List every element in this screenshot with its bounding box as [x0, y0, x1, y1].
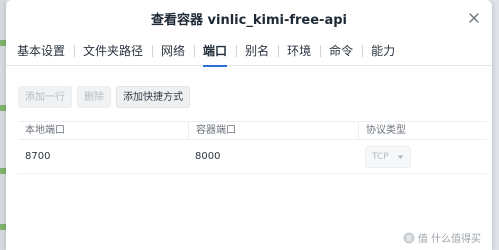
tab-divider [194, 44, 196, 57]
close-icon [469, 13, 479, 23]
tab-label: 别名 [245, 43, 270, 58]
container-port-cell: 8000 [195, 151, 221, 162]
tab-folder-paths[interactable]: 文件夹路径 [83, 36, 152, 66]
tab-label: 基本设置 [17, 43, 66, 58]
tab-bar: 基本设置 文件夹路径 网络 端口 别名 环境 命令 能力 [6, 36, 492, 67]
watermark: 值 什么值得买 [403, 230, 481, 245]
tab-ports[interactable]: 端口 [203, 36, 236, 67]
column-header-container-port: 容器端口 [188, 122, 358, 139]
port-toolbar: 添加一行 删除 添加快捷方式 [18, 86, 190, 108]
table-row[interactable]: 8700 8000 TCP [18, 140, 487, 174]
tab-environment[interactable]: 环境 [287, 36, 320, 66]
container-dialog: 查看容器 vinlic_kimi-free-api 基本设置 文件夹路径 网络 … [6, 0, 492, 250]
close-button[interactable] [466, 10, 482, 26]
tab-basic-settings[interactable]: 基本设置 [17, 36, 74, 66]
dialog-title-bar: 查看容器 vinlic_kimi-free-api [6, 0, 492, 36]
tab-aliases[interactable]: 别名 [245, 36, 278, 66]
column-header-local-port: 本地端口 [25, 125, 65, 136]
tab-command[interactable]: 命令 [329, 36, 362, 66]
tab-divider [278, 44, 280, 57]
tab-divider [74, 44, 76, 57]
tab-divider [320, 44, 322, 57]
tab-label: 命令 [329, 43, 354, 58]
chevron-down-icon [397, 155, 404, 159]
tab-network[interactable]: 网络 [161, 36, 194, 66]
local-port-cell: 8700 [25, 151, 51, 162]
table-header: 本地端口 容器端口 协议类型 [18, 121, 487, 140]
protocol-cell: TCP [358, 145, 487, 168]
column-header-protocol: 协议类型 [358, 122, 487, 139]
tab-divider [152, 44, 154, 57]
tab-label: 网络 [161, 43, 186, 58]
tab-label: 能力 [371, 43, 396, 58]
tab-label: 文件夹路径 [83, 43, 144, 58]
tab-label: 环境 [287, 43, 312, 58]
background-right [491, 0, 499, 250]
tab-label: 端口 [203, 43, 228, 58]
tab-divider [236, 44, 238, 57]
protocol-select[interactable]: TCP [365, 145, 411, 168]
zhi-logo-icon [403, 232, 415, 243]
watermark-text: 值 什么值得买 [417, 234, 481, 245]
dialog-title: 查看容器 vinlic_kimi-free-api [151, 13, 347, 28]
add-shortcut-button[interactable]: 添加快捷方式 [116, 86, 190, 108]
add-row-button[interactable]: 添加一行 [18, 86, 72, 108]
ports-table: 本地端口 容器端口 协议类型 8700 8000 TCP [18, 121, 487, 174]
protocol-select-value: TCP [372, 151, 389, 162]
delete-button[interactable]: 删除 [77, 86, 111, 108]
tab-divider [362, 44, 364, 57]
tab-capabilities[interactable]: 能力 [371, 36, 404, 66]
